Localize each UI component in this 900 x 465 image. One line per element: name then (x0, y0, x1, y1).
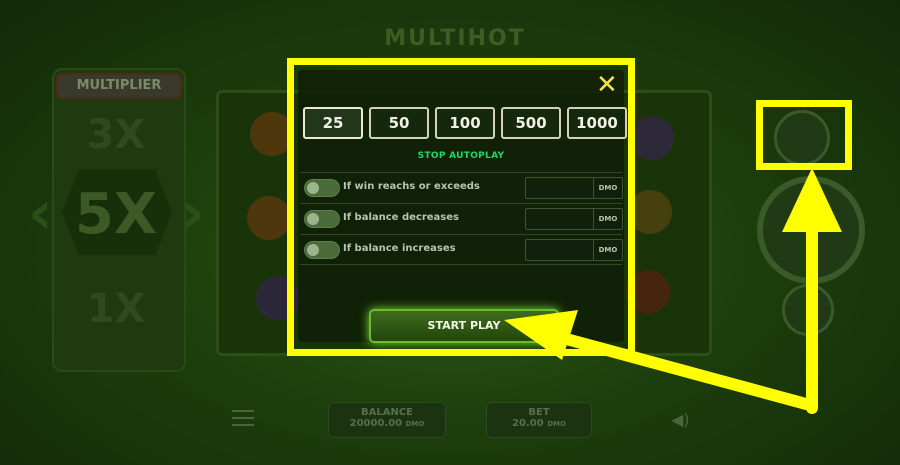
annotation-arrows (504, 168, 842, 414)
arrow-left-shaft (564, 334, 812, 410)
arrow-up-head (782, 168, 842, 232)
arrow-left-head (504, 310, 578, 360)
